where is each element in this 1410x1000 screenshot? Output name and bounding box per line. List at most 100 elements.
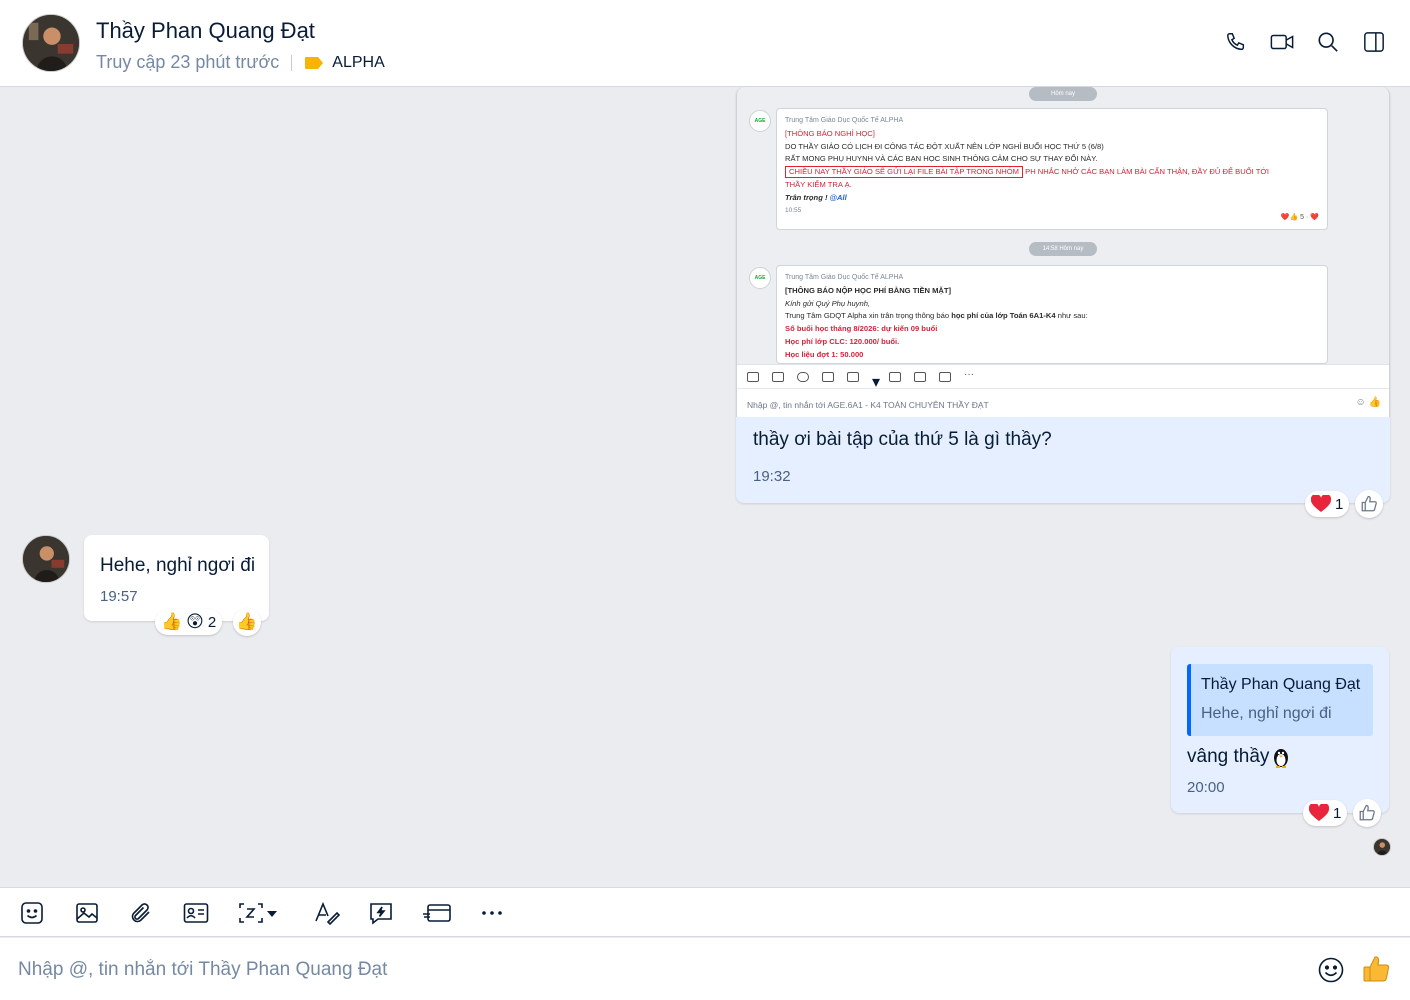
message-text: thầy ơi bài tập của thứ 5 là gì thầy?	[753, 429, 1052, 450]
chevron-down-icon[interactable]	[264, 901, 280, 925]
mention: @All	[829, 192, 847, 202]
heart-icon	[1309, 804, 1329, 821]
card-title: [THÔNG BÁO NGHỈ HỌC]	[785, 128, 875, 138]
add-reaction-button[interactable]: 👍	[233, 608, 261, 636]
sticker-button[interactable]	[20, 901, 44, 925]
contact-card-button[interactable]	[183, 901, 209, 925]
screenshot-card-fee: Trung Tâm Giáo Dục Quốc Tế ALPHA [THÔNG …	[776, 265, 1328, 364]
header-actions	[1224, 28, 1386, 56]
screenshot-icon	[239, 903, 263, 923]
image-button[interactable]	[75, 901, 99, 925]
message-text: Hehe, nghỉ ngơi đi	[100, 555, 256, 576]
message-text-content: vâng thầy	[1187, 746, 1270, 767]
add-reaction-button[interactable]	[1353, 799, 1381, 827]
card-line: THẦY KIỂM TRA Ạ.	[785, 179, 852, 189]
image-icon	[76, 903, 98, 923]
format-text-button[interactable]	[314, 901, 340, 925]
screenshot-button[interactable]	[238, 901, 280, 925]
tag-label: ALPHA	[332, 53, 385, 71]
search-button[interactable]	[1316, 28, 1340, 56]
attached-screenshot[interactable]: Hôm nay AGE Trung Tâm Giáo Dục Quốc Tế A…	[736, 87, 1390, 417]
tag-icon	[305, 56, 324, 69]
contact-tag[interactable]: ALPHA	[304, 53, 385, 72]
message-time: 19:32	[753, 468, 791, 485]
contact-avatar[interactable]	[22, 14, 80, 72]
sidebar-toggle-icon	[1364, 32, 1384, 52]
screenshot-input-hint: Nhập @, tin nhắn tới AGE.6A1 - K4 TOÁN C…	[747, 400, 989, 410]
contact-card-icon	[183, 903, 209, 923]
paperclip-icon	[131, 903, 150, 923]
emoji-button[interactable]	[1318, 957, 1344, 983]
card-title: [THÔNG BÁO NỘP HỌC PHÍ BẰNG TIỀN MẶT]	[785, 285, 952, 295]
more-options-button[interactable]	[481, 901, 503, 925]
reaction-count: 1	[1335, 495, 1344, 513]
card-line: học phí của lớp Toán 6A1-K4	[951, 311, 1056, 321]
card-time: 10:55	[785, 206, 802, 214]
message-text: vâng thầy	[1187, 746, 1291, 768]
card-line: PH NHẮC NHỞ CÁC BẠN LÀM BÀI CẨN THẬN, ĐẦ…	[1025, 167, 1269, 177]
reaction-count: 2	[207, 613, 217, 631]
contact-status: Truy cập 23 phút trước ALPHA	[96, 52, 385, 73]
heart-icon	[1311, 495, 1331, 512]
reaction-count: 1	[1333, 804, 1342, 822]
card-line: như sau:	[1057, 311, 1088, 321]
group-avatar: AGE	[749, 267, 771, 289]
screenshot-card-notice: Trung Tâm Giáo Dục Quốc Tế ALPHA [THÔNG …	[776, 108, 1328, 230]
reaction-summary[interactable]: 1	[1303, 800, 1348, 826]
reaction-summary[interactable]: 👍 😲 2	[155, 609, 223, 635]
last-seen-text: Truy cập 23 phút trước	[96, 52, 280, 72]
thumbs-up-outline-icon	[1361, 495, 1377, 512]
smiley-icon	[1318, 957, 1344, 983]
card-line: DO THẦY GIÁO CÓ LỊCH ĐI CÔNG TÁC ĐỘT XUẤ…	[785, 141, 1104, 151]
group-avatar: AGE	[749, 110, 771, 132]
card-sign: Trân trọng !	[785, 192, 828, 202]
thumbs-up-outline-icon	[1359, 804, 1375, 821]
date-pill: Hôm nay	[1029, 87, 1097, 101]
thumbs-up-icon	[1363, 956, 1390, 982]
surprised-emoji-icon: 😲	[186, 612, 204, 631]
card-line: RẤT MONG PHỤ HUYNH VÀ CÁC BẠN HỌC SINH T…	[785, 154, 1098, 164]
highlighted-text: CHIỀU NAY THẦY GIÁO SẼ GỬI LẠI FILE BÀI …	[785, 166, 1023, 179]
message-sent-reply[interactable]: Thầy Phan Quang Đạt Hehe, nghỉ ngơi đi v…	[1171, 647, 1389, 813]
chat-header: Thầy Phan Quang Đạt Truy cập 23 phút trư…	[0, 0, 1410, 87]
more-dots-icon	[482, 911, 502, 915]
screenshot-toolbar: ▾ ···	[737, 364, 1389, 391]
card-sender: Trung Tâm Giáo Dục Quốc Tế ALPHA	[785, 117, 904, 124]
sender-avatar[interactable]	[22, 535, 70, 583]
card-transfer-icon	[423, 904, 451, 922]
payment-button[interactable]	[422, 901, 452, 925]
quoted-message[interactable]: Thầy Phan Quang Đạt Hehe, nghỉ ngơi đi	[1187, 664, 1373, 736]
card-reactions: ❤️👍 5 · ❤️	[1280, 214, 1319, 222]
message-time: 20:00	[1187, 779, 1225, 796]
message-time: 19:57	[100, 588, 138, 605]
quick-like-button[interactable]	[1361, 954, 1391, 984]
quick-message-button[interactable]	[368, 901, 394, 925]
composer	[0, 938, 1410, 1000]
card-line: Trung Tâm GDQT Alpha xin trân trọng thôn…	[785, 311, 950, 321]
video-call-button[interactable]	[1270, 28, 1294, 56]
card-line: Số buổi học tháng 8/2026: dự kiến 09 buổ…	[785, 324, 938, 334]
contact-name[interactable]: Thầy Phan Quang Đạt	[96, 18, 315, 44]
call-button[interactable]	[1224, 28, 1248, 56]
sticker-icon	[21, 902, 43, 924]
thumbs-up-emoji-icon: 👍	[236, 612, 258, 631]
card-line: Học liệu đợt 1: 50.000	[785, 349, 864, 359]
quoted-text: Hehe, nghỉ ngơi đi	[1201, 705, 1332, 722]
composer-toolbar	[0, 887, 1410, 937]
thumbs-up-emoji-icon: 👍	[161, 612, 183, 631]
add-reaction-button[interactable]	[1355, 490, 1383, 518]
info-panel-toggle[interactable]	[1362, 28, 1386, 56]
screenshot-input: Nhập @, tin nhắn tới AGE.6A1 - K4 TOÁN C…	[737, 388, 1389, 417]
search-icon	[1318, 32, 1338, 52]
message-input[interactable]	[18, 956, 1278, 984]
message-sent-screenshot[interactable]: Hôm nay AGE Trung Tâm Giáo Dục Quốc Tế A…	[736, 87, 1390, 503]
card-line: Học phí lớp CLC: 120.000/ buổi.	[785, 336, 900, 346]
phone-icon	[1227, 33, 1245, 51]
quoted-sender: Thầy Phan Quang Đạt	[1201, 676, 1361, 693]
card-line: Kính gửi Quý Phụ huynh,	[785, 298, 871, 308]
reaction-summary[interactable]: 1	[1305, 491, 1350, 517]
text-format-icon	[315, 901, 340, 925]
attach-file-button[interactable]	[129, 901, 153, 925]
seen-avatar	[1373, 838, 1391, 856]
card-sender: Trung Tâm Giáo Dục Quốc Tế ALPHA	[785, 274, 904, 281]
